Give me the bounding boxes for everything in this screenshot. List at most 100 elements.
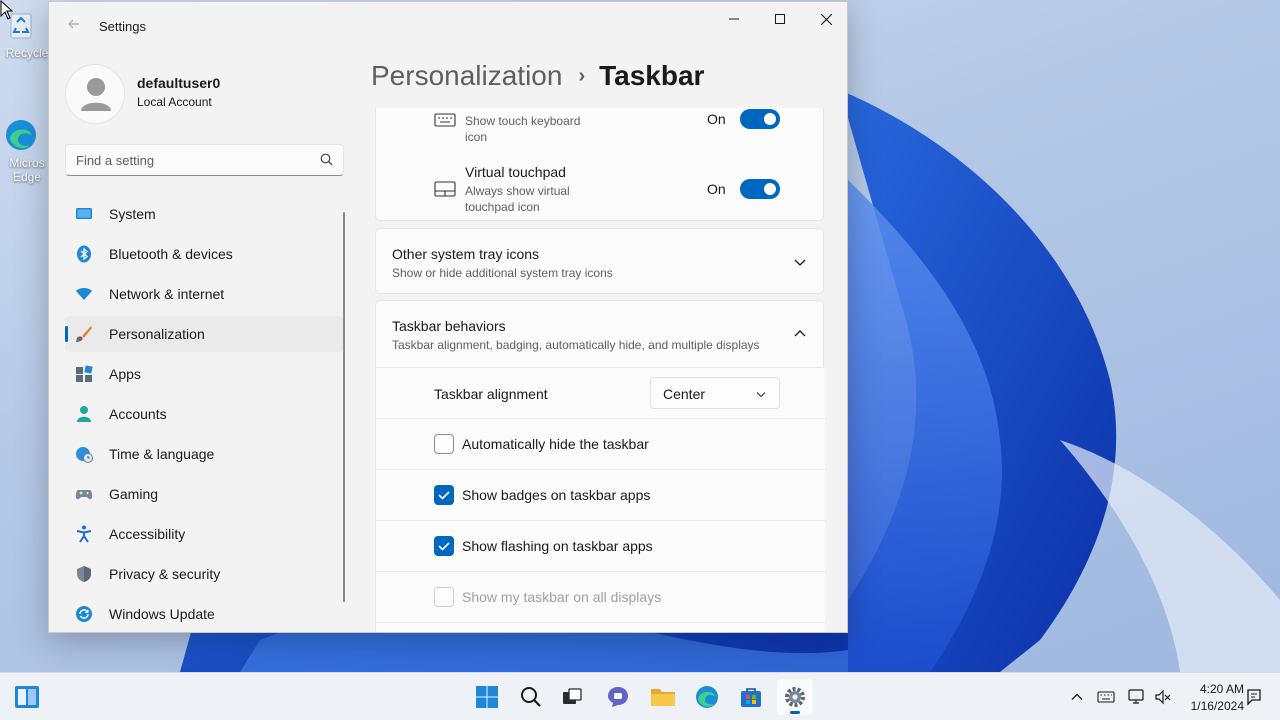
start-icon: [476, 686, 498, 708]
brush-icon: [76, 326, 92, 342]
taskbar-clock[interactable]: 4:20 AM 1/16/2024: [1176, 681, 1244, 715]
volume-muted-icon: [1155, 689, 1171, 705]
chat-button[interactable]: [600, 679, 636, 715]
file-explorer-button[interactable]: [645, 679, 681, 715]
chevron-down-icon: [756, 392, 766, 398]
maximize-button[interactable]: [757, 2, 803, 36]
globe-clock-icon: [76, 447, 93, 463]
sidebar-scrollbar[interactable]: [343, 212, 345, 602]
sidebar-item-network[interactable]: Network & internet: [65, 276, 343, 312]
taskbar-behaviors-header[interactable]: Taskbar behaviors Taskbar alignment, bad…: [376, 301, 825, 367]
store-icon: [741, 688, 761, 707]
virtual-touchpad-toggle[interactable]: [740, 179, 780, 199]
sidebar-item-apps[interactable]: Apps: [65, 356, 343, 392]
accessibility-icon: [76, 525, 92, 543]
show-flashing-checkbox[interactable]: [434, 536, 454, 556]
touch-keyboard-icon: [434, 113, 456, 127]
desktop-icon-label: Micros Edge: [9, 156, 45, 184]
show-hidden-icons-button[interactable]: [1067, 687, 1087, 707]
touch-keyboard-state: On: [707, 111, 726, 127]
user-avatar-icon: [81, 78, 111, 111]
running-indicator: [790, 711, 800, 714]
volume-tray-button[interactable]: [1153, 687, 1173, 707]
auto-hide-row[interactable]: Automatically hide the taskbar: [376, 418, 825, 469]
update-icon: [76, 606, 92, 622]
user-profile[interactable]: defaultuser0 Local Account: [65, 64, 365, 124]
search-icon: [521, 687, 541, 707]
breadcrumb-parent[interactable]: Personalization: [371, 60, 562, 91]
edge-icon: [696, 686, 718, 708]
sidebar-item-system[interactable]: System: [65, 196, 343, 232]
settings-taskbar-button[interactable]: [777, 679, 813, 715]
title-bar[interactable]: Settings: [49, 2, 847, 50]
sidebar-item-windows-update[interactable]: Windows Update: [65, 596, 343, 632]
chevron-up-icon[interactable]: [792, 326, 808, 342]
sidebar-item-personalization[interactable]: Personalization: [65, 316, 343, 352]
task-view-button[interactable]: [554, 679, 590, 715]
sidebar-item-bluetooth[interactable]: Bluetooth & devices: [65, 236, 343, 272]
notification-center-button[interactable]: [1244, 687, 1264, 707]
checkmark-icon: [438, 491, 450, 500]
taskbar-alignment-label: Taskbar alignment: [434, 386, 548, 402]
search-box[interactable]: [65, 144, 344, 176]
show-badges-row[interactable]: Show badges on taskbar apps: [376, 469, 825, 520]
back-button[interactable]: [63, 16, 85, 38]
show-badges-checkbox[interactable]: [434, 485, 454, 505]
search-icon: [320, 153, 333, 166]
checkmark-icon: [438, 542, 450, 551]
sidebar-item-label: Time & language: [109, 446, 215, 462]
breadcrumb-separator: ›: [578, 65, 586, 87]
other-system-tray-icons-card[interactable]: Other system tray icons Show or hide add…: [375, 228, 824, 294]
desktop-icon-edge[interactable]: Micros Edge: [4, 118, 50, 184]
breadcrumb: Personalization › Taskbar: [371, 60, 704, 92]
chevron-down-icon[interactable]: [792, 254, 808, 270]
sidebar-item-privacy[interactable]: Privacy & security: [65, 556, 343, 592]
sidebar-item-accounts[interactable]: Accounts: [65, 396, 343, 432]
start-button[interactable]: [469, 679, 505, 715]
mouse-pointer-icon: [0, 0, 14, 20]
show-flashing-row[interactable]: Show flashing on taskbar apps: [376, 520, 825, 571]
settings-window: Settings defaultuser0 Local Account Syst…: [48, 1, 848, 633]
clock-date: 1/16/2024: [1190, 699, 1244, 713]
sidebar-item-label: Apps: [109, 366, 141, 382]
recycle-bin-icon: [10, 8, 44, 42]
search-input[interactable]: [66, 145, 306, 175]
virtual-touchpad-description: Always show virtual touchpad icon: [465, 184, 570, 214]
other-tray-description: Show or hide additional system tray icon…: [392, 266, 613, 280]
taskbar-behaviors-card: Taskbar behaviors Taskbar alignment, bad…: [375, 300, 825, 632]
taskbar-alignment-dropdown[interactable]: Center: [650, 377, 780, 409]
desktop-icon-label: Recycle: [5, 46, 49, 60]
all-displays-label: Show my taskbar on all displays: [462, 589, 662, 605]
sidebar-item-label: Personalization: [109, 326, 205, 342]
minimize-button[interactable]: [711, 2, 757, 36]
apps-icon: [76, 365, 93, 382]
auto-hide-label: Automatically hide the taskbar: [462, 436, 649, 452]
chevron-up-icon: [1071, 693, 1083, 700]
store-button[interactable]: [733, 679, 769, 715]
close-button[interactable]: [803, 2, 847, 36]
edge-button[interactable]: [689, 679, 725, 715]
sidebar-item-time-language[interactable]: Time & language: [65, 436, 343, 472]
maximize-icon: [775, 14, 785, 24]
sidebar-item-label: Gaming: [109, 486, 159, 502]
file-explorer-icon: [651, 689, 675, 706]
sidebar-item-label: Privacy & security: [109, 566, 221, 582]
network-tray-button[interactable]: [1126, 687, 1146, 707]
shield-icon: [77, 566, 91, 582]
touch-keyboard-tray-button[interactable]: [1096, 687, 1116, 707]
sidebar-item-label: Windows Update: [109, 606, 215, 622]
auto-hide-checkbox[interactable]: [434, 434, 454, 454]
all-displays-checkbox[interactable]: [434, 587, 454, 607]
close-icon: [820, 13, 832, 25]
sidebar-item-accessibility[interactable]: Accessibility: [65, 516, 343, 552]
sidebar-item-gaming[interactable]: Gaming: [65, 476, 343, 512]
minimize-icon: [729, 18, 739, 20]
taskbar-alignment-row: Taskbar alignment Center: [376, 367, 825, 418]
widgets-icon[interactable]: [14, 685, 40, 709]
touch-keyboard-toggle[interactable]: [740, 109, 780, 129]
taskbar-search-button[interactable]: [513, 679, 549, 715]
user-name: defaultuser0: [137, 75, 221, 91]
virtual-touchpad-title: Virtual touchpad: [465, 164, 566, 180]
window-title: Settings: [99, 19, 146, 34]
touch-keyboard-description: Show touch keyboard icon: [465, 114, 581, 144]
